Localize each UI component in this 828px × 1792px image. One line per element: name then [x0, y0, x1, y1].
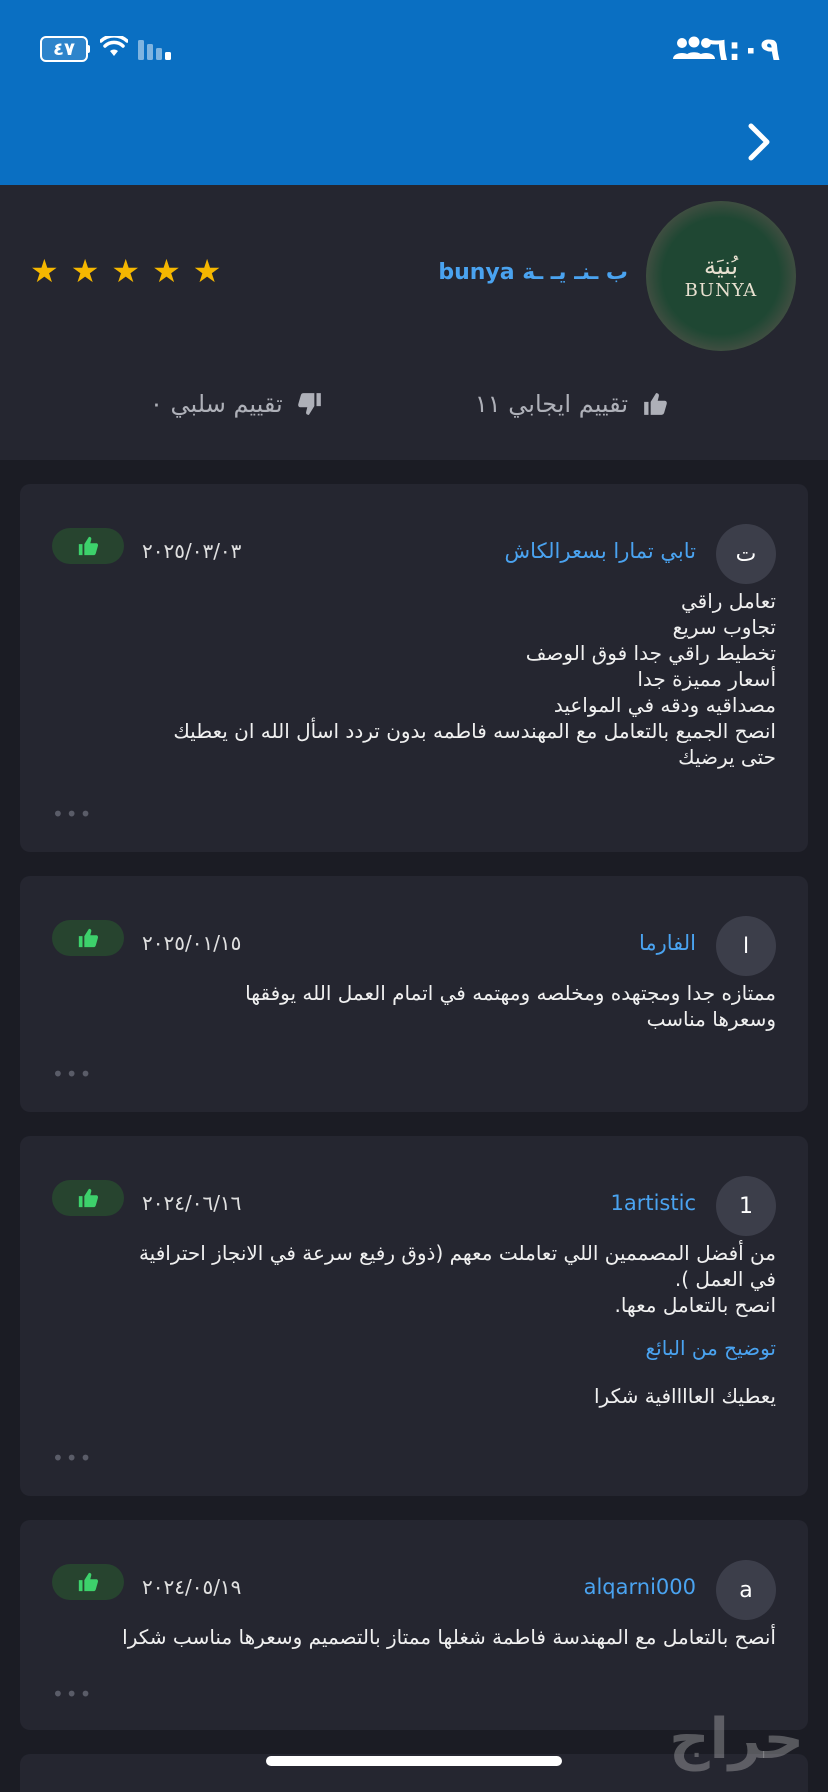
positive-rating-label: تقييم ايجابي ١١ — [474, 390, 628, 418]
more-options-button[interactable]: ••• — [52, 802, 93, 826]
seller-name[interactable]: ب ـنـ يـ ـة bunya — [438, 260, 628, 285]
reviewer-name[interactable]: الفارما — [639, 931, 696, 955]
reviewer-avatar[interactable]: 1 — [716, 1176, 776, 1236]
star-icon: ★ — [192, 252, 222, 290]
thumbs-up-icon — [644, 393, 667, 415]
reviewer-avatar[interactable]: ا — [716, 916, 776, 976]
reviewer-avatar[interactable]: a — [716, 1560, 776, 1620]
positive-badge — [52, 920, 124, 956]
battery-icon: ٤٧ — [40, 36, 90, 62]
negative-rating[interactable]: تقييم سلبي ٠ — [150, 390, 323, 418]
status-bar: ٤٧ ٦:٠٩ — [0, 0, 828, 100]
positive-badge — [52, 1564, 124, 1600]
thumbs-up-icon — [78, 1188, 99, 1208]
review-text: من أفضل المصممين اللي تعاملت معهم (ذوق ر… — [138, 1241, 776, 1317]
seller-profile: بُنيَة BUNYA ب ـنـ يـ ـة bunya ★ ★ ★ ★ ★… — [0, 185, 828, 460]
wifi-icon — [100, 36, 128, 56]
haraj-watermark: حراج — [669, 1707, 804, 1772]
logo-arabic: بُنيَة — [703, 251, 739, 280]
seller-reply-label: توضيح من البائع — [645, 1336, 776, 1360]
reviewer-name[interactable]: تابي تمارا بسعرالكاش — [505, 539, 696, 563]
review-card: 1 1artistic ٢٠٢٤/٠٦/١٦ من أفضل المصممين … — [20, 1136, 808, 1496]
section-divider — [0, 460, 828, 480]
thumbs-up-icon — [78, 1572, 99, 1592]
more-options-button[interactable]: ••• — [52, 1062, 93, 1086]
review-date: ٢٠٢٤/٠٥/١٩ — [142, 1575, 242, 1599]
seller-logo: بُنيَة BUNYA — [646, 201, 796, 351]
star-icon: ★ — [30, 252, 59, 290]
chevron-right-icon — [748, 123, 770, 161]
thumbs-up-icon — [78, 928, 99, 948]
reviewer-avatar[interactable]: ت — [716, 524, 776, 584]
reviews-list: ت تابي تمارا بسعرالكاش ٢٠٢٥/٠٣/٠٣ تعامل … — [0, 480, 828, 1792]
battery-level: ٤٧ — [53, 38, 75, 60]
review-card: ا الفارما ٢٠٢٥/٠١/١٥ ممتازه جدا ومجتهده … — [20, 876, 808, 1112]
reviewer-name[interactable]: alqarni000 — [584, 1575, 696, 1599]
review-date: ٢٠٢٥/٠١/١٥ — [142, 931, 242, 955]
review-date: ٢٠٢٥/٠٣/٠٣ — [142, 539, 242, 563]
signal-icon — [138, 40, 171, 60]
star-icon: ★ — [152, 252, 181, 290]
review-card: ت تابي تمارا بسعرالكاش ٢٠٢٥/٠٣/٠٣ تعامل … — [20, 484, 808, 852]
review-text: تعامل راقي تجاوب سريع تخطيط راقي جدا فوق… — [173, 589, 776, 769]
negative-rating-label: تقييم سلبي ٠ — [150, 390, 283, 418]
home-indicator[interactable] — [266, 1756, 562, 1766]
star-icon: ★ — [70, 252, 100, 290]
review-text: أنصح بالتعامل مع المهندسة فاطمة شغلها مم… — [122, 1625, 776, 1649]
star-icon: ★ — [111, 252, 141, 290]
review-text: ممتازه جدا ومجتهده ومخلصه ومهتمه في اتما… — [245, 981, 776, 1031]
rating-stars: ★ ★ ★ ★ ★ — [30, 255, 221, 287]
seller-reply-text: يعطيك العاااافية شكرا — [593, 1384, 776, 1408]
logo-brand: BUNYA — [684, 279, 758, 301]
review-card: a alqarni000 ٢٠٢٤/٠٥/١٩ أنصح بالتعامل مع… — [20, 1520, 808, 1730]
review-date: ٢٠٢٤/٠٦/١٦ — [142, 1191, 242, 1215]
forward-button[interactable] — [740, 118, 780, 166]
positive-rating[interactable]: تقييم ايجابي ١١ — [475, 390, 668, 418]
thumbs-down-icon — [297, 393, 321, 415]
clock: ٦:٠٩ — [708, 30, 780, 68]
app-header — [0, 100, 828, 185]
thumbs-up-icon — [78, 536, 99, 556]
reviewer-name[interactable]: 1artistic — [611, 1191, 697, 1215]
seller-avatar[interactable]: بُنيَة BUNYA — [646, 201, 796, 351]
more-options-button[interactable]: ••• — [52, 1682, 93, 1706]
positive-badge — [52, 528, 124, 564]
more-options-button[interactable]: ••• — [52, 1446, 93, 1470]
positive-badge — [52, 1180, 124, 1216]
